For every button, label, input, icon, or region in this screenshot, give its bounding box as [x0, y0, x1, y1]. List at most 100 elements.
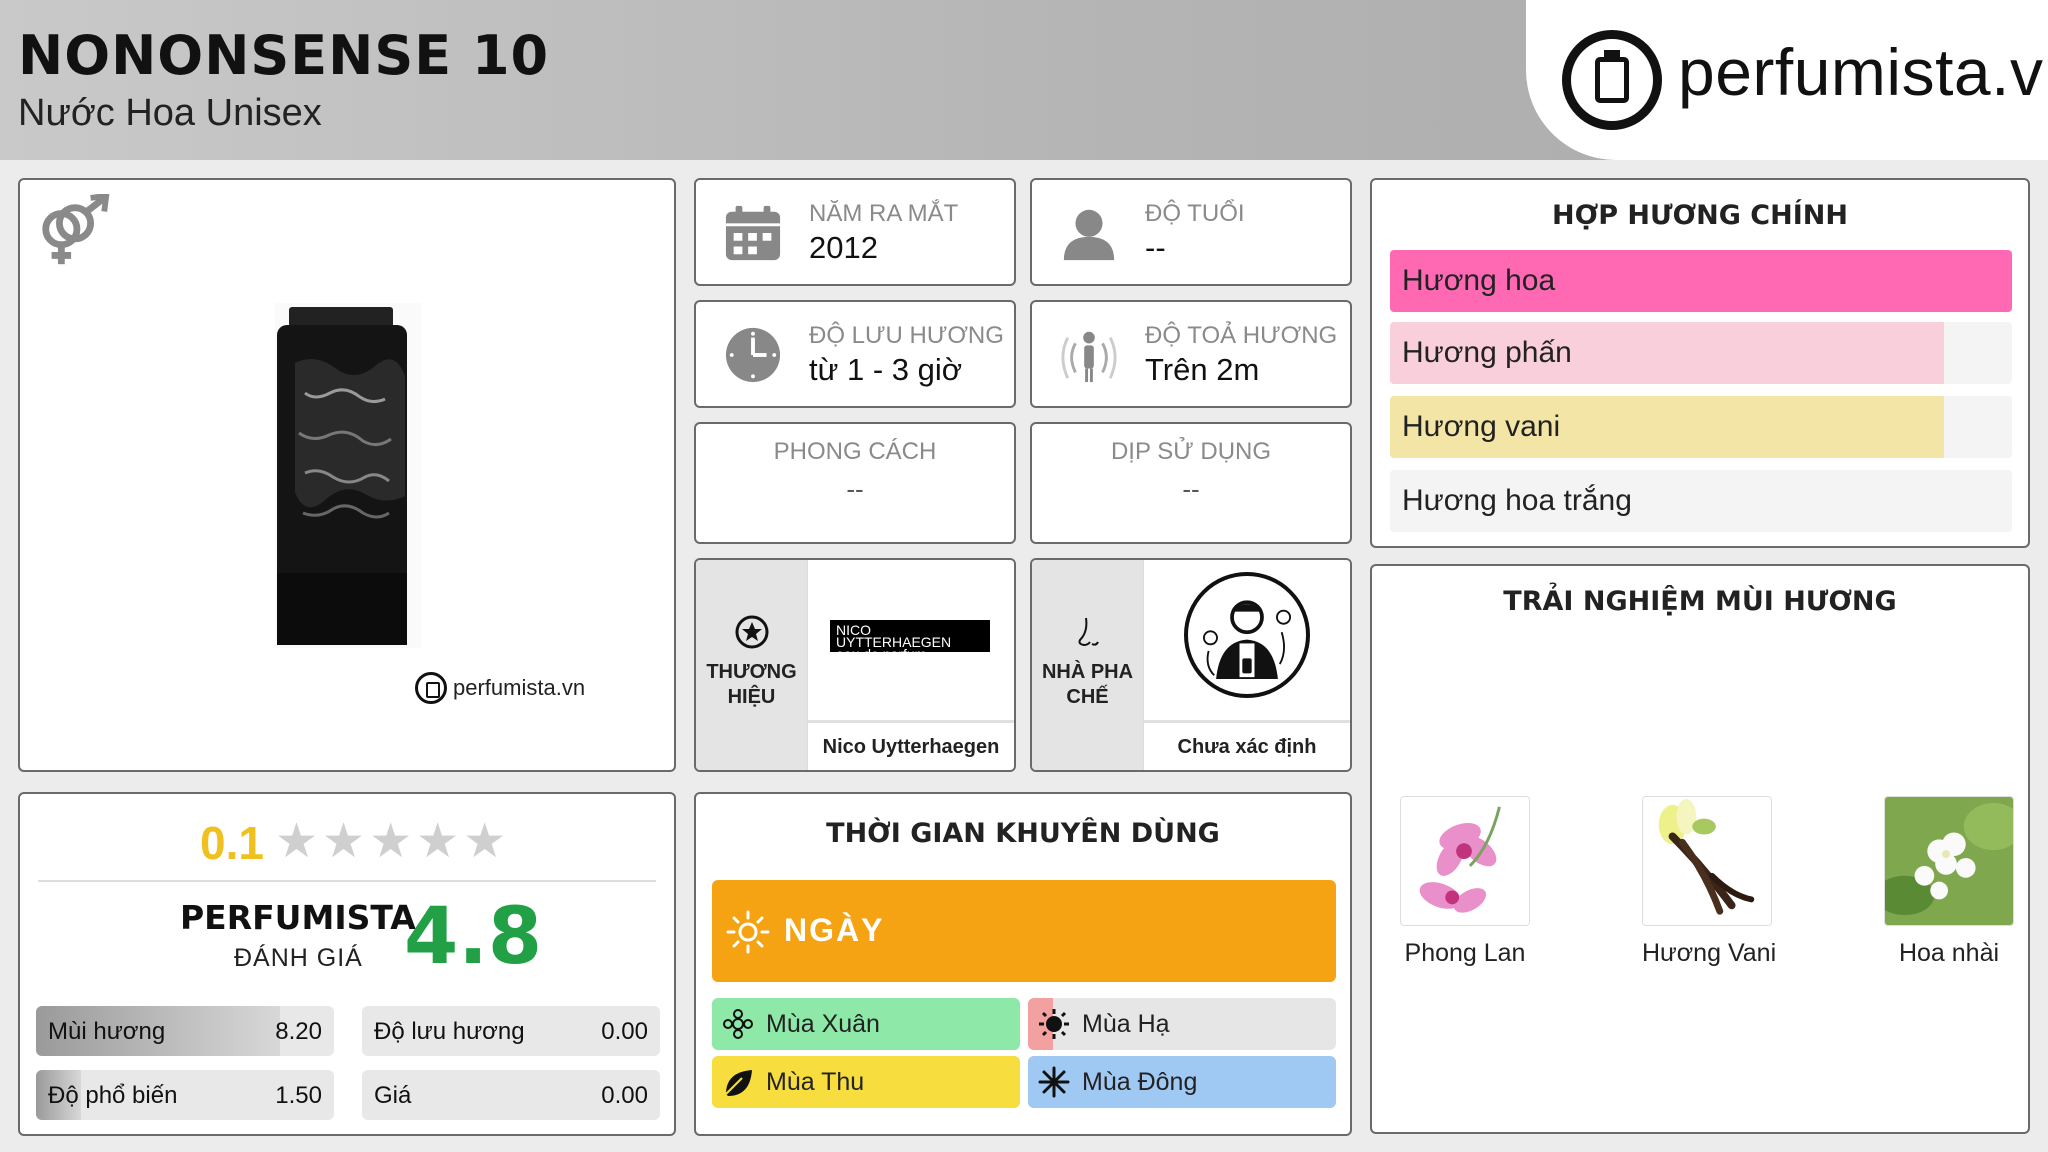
occasion-value: --	[1182, 474, 1200, 504]
longevity-card: ĐỘ LƯU HƯƠNG từ 1 - 3 giờ	[694, 300, 1016, 408]
star-icon[interactable]: ★	[463, 818, 506, 866]
recommended-time-card: THỜI GIAN KHUYÊN DÙNG NGÀY Mùa Xuân Mùa H…	[694, 792, 1352, 1136]
sillage-value: Trên 2m	[1145, 352, 1260, 387]
note-item[interactable]: Hương Vani	[1642, 796, 1777, 968]
perfumer-name[interactable]: Chưa xác định	[1144, 720, 1350, 770]
perfumer-image-area	[1144, 560, 1350, 714]
season-label: Mùa Thu	[766, 1068, 865, 1096]
brand-card[interactable]: THƯƠNG HIỆU NICO UYTTERHAEGEN eau de par…	[694, 558, 1016, 772]
orchid-image	[1400, 796, 1530, 926]
rating-card: 0.1 ★ ★ ★ ★ ★ PERFUMISTA ĐÁNH GIÁ 4.8 Mù…	[18, 792, 676, 1136]
jasmine-image	[1875, 796, 2023, 926]
age-value: --	[1145, 230, 1166, 265]
page-header: NONONSENSE 10 Nước Hoa Unisex perfumista…	[0, 0, 2048, 160]
product-image-card: perfumista.vn	[18, 178, 676, 772]
accord-row: Hương phấn	[1390, 322, 2012, 384]
perfumer-label: NHÀ PHA CHẾ	[1032, 660, 1143, 710]
logo-icon	[415, 672, 447, 704]
launch-value: 2012	[809, 230, 878, 265]
time-title: THỜI GIAN KHUYÊN DÙNG	[826, 818, 1220, 849]
perfumer-label-line1: NHÀ PHA	[1041, 661, 1134, 683]
style-label: PHONG CÁCH	[773, 438, 937, 465]
note-name: Hương Vani	[1642, 939, 1777, 967]
metric-bar: Giá 0.00	[362, 1070, 660, 1120]
brand-label-line1: THƯƠNG	[706, 661, 797, 683]
metric-value: 0.00	[601, 1018, 648, 1045]
logo-text: perfumista.vn	[1678, 35, 2048, 109]
season-label: Mùa Xuân	[766, 1010, 880, 1038]
metric-value: 1.50	[275, 1082, 322, 1109]
brand-logo: NICO UYTTERHAEGEN eau de parfum	[830, 620, 990, 661]
star-badge-icon	[735, 615, 769, 649]
longevity-value: từ 1 - 3 giờ	[809, 352, 963, 387]
note-name: Hoa nhài	[1898, 939, 2000, 967]
star-icon[interactable]: ★	[416, 818, 459, 866]
brand-logo-area: NICO UYTTERHAEGEN eau de parfum	[808, 560, 1014, 714]
person-icon	[1063, 209, 1115, 261]
metric-bar: Mùi hương 8.20	[36, 1006, 334, 1056]
sun-icon	[1038, 1008, 1070, 1040]
star-rating[interactable]: ★ ★ ★ ★ ★	[275, 818, 506, 866]
perfumer-card[interactable]: NHÀ PHA CHẾ Chưa xác định	[1030, 558, 1352, 772]
brand-label-line2: HIỆU	[727, 686, 776, 708]
metric-label: Giá	[374, 1082, 412, 1109]
accord-row: Hương vani	[1390, 396, 2012, 458]
accord-row: Hương hoa	[1390, 250, 2012, 312]
accord-label: Hương phấn	[1402, 336, 1572, 369]
metric-label: Độ phổ biến	[48, 1082, 178, 1109]
vanilla-image	[1642, 796, 1772, 926]
nose-icon	[1078, 617, 1099, 647]
accord-label: Hương hoa	[1402, 264, 1556, 297]
perfumista-score: 4.8	[404, 892, 543, 982]
launch-year-card: NĂM RA MẮT 2012	[694, 178, 1016, 286]
spring-flower-icon	[722, 1008, 754, 1040]
perfume-title: NONONSENSE 10	[18, 24, 550, 87]
sun-icon	[726, 910, 770, 954]
logo-icon	[1562, 30, 1662, 130]
longevity-label: ĐỘ LƯU HƯƠNG	[809, 322, 1004, 349]
occasion-card: DỊP SỬ DỤNG --	[1030, 422, 1352, 544]
sillage-card: ĐỘ TOẢ HƯƠNG Trên 2m	[1030, 300, 1352, 408]
notes-title: TRẢI NGHIỆM MÙI HƯƠNG	[1503, 586, 1897, 617]
star-icon[interactable]: ★	[322, 818, 365, 866]
perfumer-label-line2: CHẾ	[1066, 686, 1109, 708]
brand-label: THƯƠNG HIỆU	[696, 660, 807, 710]
star-icon[interactable]: ★	[275, 818, 318, 866]
perfumer-avatar-icon	[1184, 572, 1310, 698]
star-icon[interactable]: ★	[369, 818, 412, 866]
accord-row: Hương hoa trắng	[1390, 470, 2012, 532]
unisex-icon	[42, 194, 110, 265]
calendar-icon	[725, 205, 781, 261]
metric-label: Mùi hương	[48, 1018, 166, 1045]
brand-name[interactable]: Nico Uytterhaegen	[808, 720, 1014, 770]
brand-logo-line2: eau de parfum	[836, 646, 927, 662]
perfumista-sublabel: ĐÁNH GIÁ	[234, 944, 363, 972]
site-logo[interactable]: perfumista.vn	[1526, 0, 2048, 160]
season-fill	[712, 1056, 1020, 1108]
accords-title: HỢP HƯƠNG CHÍNH	[1552, 200, 1848, 231]
sillage-icon	[1061, 331, 1117, 383]
day-label: NGÀY	[784, 912, 885, 948]
style-value: --	[846, 474, 864, 504]
brand-label-panel: THƯƠNG HIỆU	[696, 560, 808, 770]
product-bottle-image	[275, 303, 421, 648]
occasion-label: DỊP SỬ DỤNG	[1110, 438, 1272, 465]
note-item[interactable]: Hoa nhài	[1875, 796, 2023, 968]
perfumista-label: PERFUMISTA	[180, 898, 416, 937]
accord-label: Hương hoa trắng	[1402, 484, 1632, 517]
age-label: ĐỘ TUỔI	[1145, 200, 1245, 227]
note-item[interactable]: Phong Lan	[1400, 796, 1530, 968]
day-badge: NGÀY	[712, 880, 1336, 982]
season-badge: Mùa Thu	[712, 1056, 1020, 1108]
snowflake-icon	[1038, 1066, 1070, 1098]
season-label: Mùa Đông	[1082, 1068, 1198, 1096]
season-badge: Mùa Xuân	[712, 998, 1020, 1050]
leaf-icon	[722, 1066, 754, 1098]
perfume-subtitle: Nước Hoa Unisex	[18, 92, 322, 134]
metric-bar: Độ lưu hương 0.00	[362, 1006, 660, 1056]
season-label: Mùa Hạ	[1082, 1010, 1170, 1038]
launch-label: NĂM RA MẮT	[809, 200, 959, 227]
note-name: Phong Lan	[1404, 939, 1526, 967]
user-score: 0.1	[200, 817, 264, 869]
sillage-label: ĐỘ TOẢ HƯƠNG	[1145, 322, 1338, 349]
